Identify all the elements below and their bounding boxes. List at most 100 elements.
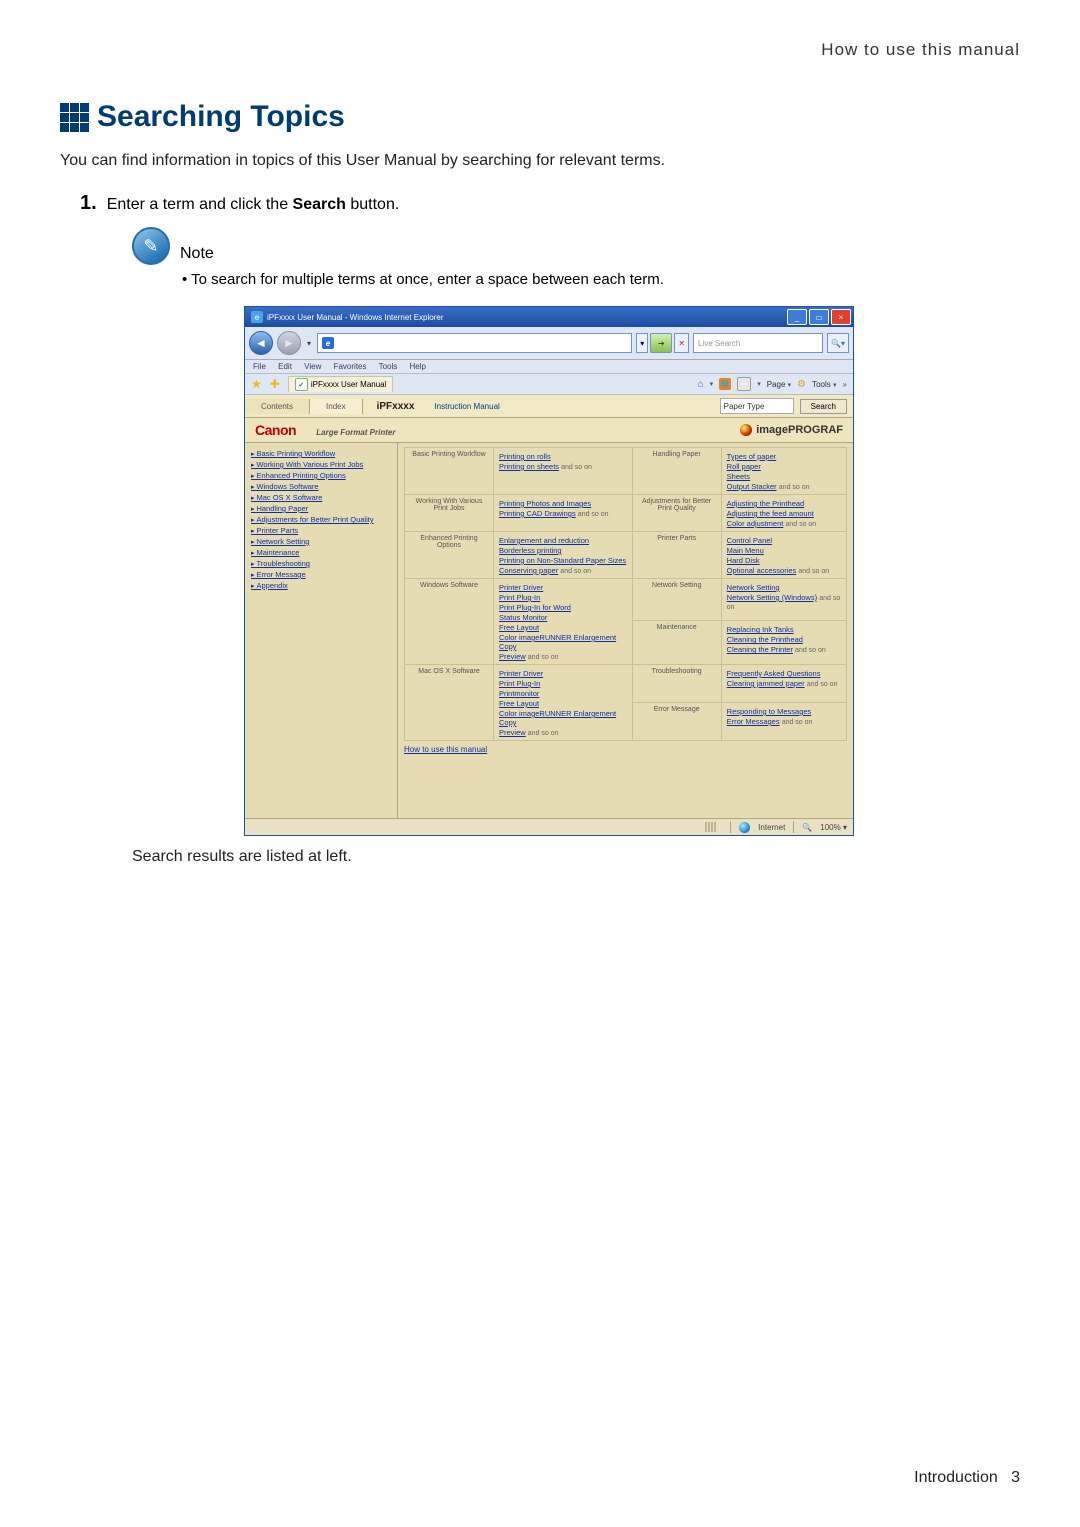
zoom-icon[interactable]: 🔍 — [802, 823, 812, 832]
close-button[interactable]: × — [831, 309, 851, 325]
grid-link[interactable]: Cleaning the Printer — [727, 645, 793, 654]
grid-link[interactable]: Free Layout — [499, 699, 627, 708]
grid-link[interactable]: Printing on Non-Standard Paper Sizes — [499, 556, 627, 565]
tree-item[interactable]: Handling Paper — [251, 504, 391, 513]
menu-view[interactable]: View — [304, 362, 321, 371]
menu-edit[interactable]: Edit — [278, 362, 292, 371]
browser-tab[interactable]: iPFxxxx User Manual — [288, 376, 394, 392]
browser-window: e iPFxxxx User Manual - Windows Internet… — [244, 306, 854, 836]
page-menu[interactable]: Page ▾ — [767, 380, 791, 389]
grid-link[interactable]: Adjusting the Printhead — [727, 499, 841, 508]
grid-link[interactable]: Status Monitor — [499, 613, 627, 622]
manual-search-button[interactable]: Search — [800, 399, 847, 414]
status-zoom[interactable]: 100% ▾ — [820, 823, 847, 832]
grid-link[interactable]: Main Menu — [727, 546, 841, 555]
tree-item[interactable]: Error Message — [251, 570, 391, 579]
rss-icon[interactable]: 🌐 — [719, 378, 731, 390]
nav-history-dropdown[interactable]: ▾ — [305, 339, 313, 348]
instruction-manual-label: Instruction Manual — [428, 402, 499, 411]
grid-link[interactable]: Error Messages — [727, 717, 780, 726]
grid-link[interactable]: Hard Disk — [727, 556, 841, 565]
menu-file[interactable]: File — [253, 362, 266, 371]
grid-link[interactable]: Printing on rolls — [499, 452, 627, 461]
grid-link[interactable]: Printer Driver — [499, 583, 627, 592]
grid-link[interactable]: Color adjustment — [727, 519, 784, 528]
page-category: How to use this manual — [60, 40, 1020, 60]
menu-help[interactable]: Help — [410, 362, 426, 371]
tree-item[interactable]: Working With Various Print Jobs — [251, 460, 391, 469]
tree-item[interactable]: Appendix — [251, 581, 391, 590]
grid-link[interactable]: Optional accessories — [727, 566, 797, 575]
grid-link[interactable]: Responding to Messages — [727, 707, 841, 716]
grid-link[interactable]: Print Plug-In — [499, 679, 627, 688]
grid-link[interactable]: Clearing jammed paper — [727, 679, 805, 688]
print-icon[interactable] — [737, 377, 751, 391]
howto-link[interactable]: How to use this manual — [404, 745, 487, 754]
grid-link[interactable]: Output Stacker — [727, 482, 777, 491]
tab-index[interactable]: Index — [310, 399, 363, 414]
grid-link[interactable]: Preview — [499, 728, 526, 737]
tree-item[interactable]: Adjustments for Better Print Quality — [251, 515, 391, 524]
grid-link[interactable]: Printing CAD Drawings — [499, 509, 576, 518]
home-icon[interactable]: ⌂ — [698, 379, 704, 390]
print-dropdown[interactable]: ▾ — [757, 380, 761, 388]
title-strip: Canon Large Format Printer imagePROGRAF — [245, 418, 853, 443]
tree-item[interactable]: Maintenance — [251, 548, 391, 557]
go-button[interactable]: ➔ — [650, 333, 672, 353]
grid-link[interactable]: Control Panel — [727, 536, 841, 545]
grid-link[interactable]: Preview — [499, 652, 526, 661]
grid-link[interactable]: Print Plug-In — [499, 593, 627, 602]
address-dropdown[interactable]: ▾ — [636, 333, 648, 353]
grid-link[interactable]: Borderless printing — [499, 546, 627, 555]
grid-link[interactable]: Printer Driver — [499, 669, 627, 678]
favorites-star-icon[interactable]: ★ — [251, 377, 262, 391]
home-dropdown[interactable]: ▾ — [710, 380, 714, 388]
product-name: iPFxxxx — [363, 401, 429, 412]
add-favorite-icon[interactable]: ✚ — [270, 377, 280, 391]
tree-item[interactable]: Basic Printing Workflow — [251, 449, 391, 458]
grid-link[interactable]: Frequently Asked Questions — [727, 669, 841, 678]
minimize-button[interactable]: _ — [787, 309, 807, 325]
live-search-input[interactable]: Live Search — [693, 333, 823, 353]
address-input[interactable]: e — [317, 333, 632, 353]
forward-button[interactable]: ► — [277, 331, 301, 355]
grid-link[interactable]: Sheets — [727, 472, 841, 481]
grid-link[interactable]: Replacing Ink Tanks — [727, 625, 841, 634]
grid-link[interactable]: Conserving paper — [499, 566, 558, 575]
content-area: Basic Printing Workflow Working With Var… — [245, 443, 853, 818]
grid-link[interactable]: Adjusting the feed amount — [727, 509, 841, 518]
grid-link[interactable]: Network Setting — [727, 583, 841, 592]
grid-link[interactable]: Printing on sheets — [499, 462, 559, 471]
toolbar-chevron[interactable]: » — [843, 380, 847, 389]
tools-menu[interactable]: Tools ▾ — [812, 380, 836, 389]
grid-link[interactable]: Print Plug-In for Word — [499, 603, 627, 612]
grid-link[interactable]: Color imageRUNNER Enlargement Copy — [499, 709, 627, 727]
maximize-button[interactable]: ▭ — [809, 309, 829, 325]
grid-link[interactable]: Printing Photos and Images — [499, 499, 627, 508]
grid-link[interactable]: Roll paper — [727, 462, 841, 471]
grid-link[interactable]: Types of paper — [727, 452, 841, 461]
tree-item[interactable]: Windows Software — [251, 482, 391, 491]
manual-search-input[interactable]: Paper Type — [720, 398, 794, 414]
grid-link[interactable]: Cleaning the Printhead — [727, 635, 841, 644]
footer-section: Introduction — [914, 1469, 998, 1486]
step-text: Enter a term and click the Search button… — [107, 196, 400, 214]
grid-link[interactable]: Free Layout — [499, 623, 627, 632]
grid-link[interactable]: Printmonitor — [499, 689, 627, 698]
step-number: 1. — [80, 192, 97, 215]
grid-link[interactable]: Color imageRUNNER Enlargement Copy — [499, 633, 627, 651]
search-go-button[interactable]: 🔍▾ — [827, 333, 849, 353]
menu-favorites[interactable]: Favorites — [334, 362, 367, 371]
tree-item[interactable]: Troubleshooting — [251, 559, 391, 568]
grid-link[interactable]: Network Setting (Windows) — [727, 593, 817, 602]
heading-text: Searching Topics — [97, 100, 345, 134]
tree-item[interactable]: Mac OS X Software — [251, 493, 391, 502]
grid-link[interactable]: Enlargement and reduction — [499, 536, 627, 545]
tree-item[interactable]: Printer Parts — [251, 526, 391, 535]
menu-tools[interactable]: Tools — [379, 362, 398, 371]
back-button[interactable]: ◄ — [249, 331, 273, 355]
tree-item[interactable]: Network Setting — [251, 537, 391, 546]
tree-item[interactable]: Enhanced Printing Options — [251, 471, 391, 480]
tab-contents[interactable]: Contents — [245, 399, 310, 414]
stop-button[interactable]: ✕ — [674, 333, 689, 353]
